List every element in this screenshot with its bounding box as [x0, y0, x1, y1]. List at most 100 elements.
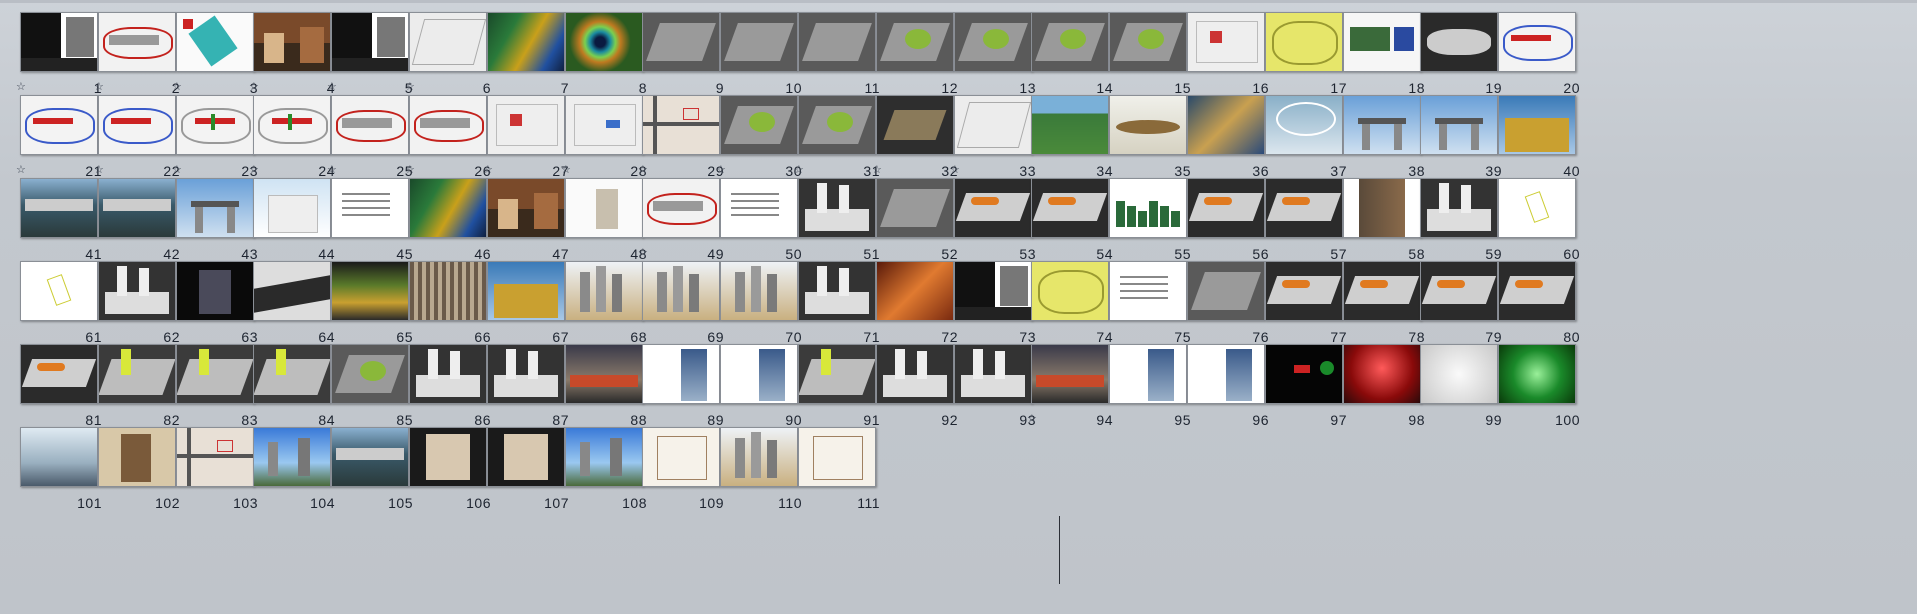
star-icon[interactable]: ☆: [638, 246, 648, 259]
slide-preview[interactable]: [1265, 12, 1343, 72]
slide-preview[interactable]: [487, 95, 565, 155]
slide-preview[interactable]: [642, 344, 720, 404]
slide-preview[interactable]: [331, 12, 409, 72]
slide-preview[interactable]: [253, 427, 331, 487]
slide-preview[interactable]: [253, 344, 331, 404]
star-icon[interactable]: ☆: [94, 80, 104, 93]
slide-preview[interactable]: [565, 95, 643, 155]
slide-preview[interactable]: [1343, 178, 1421, 238]
slide-preview[interactable]: [1343, 344, 1421, 404]
slide-preview[interactable]: [1420, 178, 1498, 238]
slide-preview[interactable]: [1420, 261, 1498, 321]
slide-preview[interactable]: [798, 178, 876, 238]
slide-preview[interactable]: [720, 427, 798, 487]
slide-preview[interactable]: [331, 427, 409, 487]
star-icon[interactable]: ☆: [716, 163, 726, 176]
star-icon[interactable]: ☆: [249, 163, 259, 176]
slide-preview[interactable]: [642, 12, 720, 72]
star-icon[interactable]: ☆: [1027, 412, 1037, 425]
slide-preview[interactable]: [1420, 344, 1498, 404]
slide-preview[interactable]: [1187, 261, 1265, 321]
slide-preview[interactable]: [720, 178, 798, 238]
slide-preview[interactable]: [1109, 12, 1187, 72]
slide-preview[interactable]: [98, 344, 176, 404]
slide-preview[interactable]: [1031, 261, 1109, 321]
slide-preview[interactable]: [409, 261, 487, 321]
slide-preview[interactable]: [253, 178, 331, 238]
slide-preview[interactable]: [487, 178, 565, 238]
slide-preview[interactable]: [409, 178, 487, 238]
slide-preview[interactable]: [720, 344, 798, 404]
slide-preview[interactable]: [954, 344, 1032, 404]
slide-preview[interactable]: [409, 427, 487, 487]
star-icon[interactable]: ☆: [794, 163, 804, 176]
slide-preview[interactable]: [1420, 12, 1498, 72]
slide-preview[interactable]: [876, 344, 954, 404]
slide-preview[interactable]: [1109, 344, 1187, 404]
slide-preview[interactable]: [1343, 261, 1421, 321]
slide-preview[interactable]: [176, 12, 254, 72]
slide-preview[interactable]: [1187, 344, 1265, 404]
slide-preview[interactable]: [798, 427, 876, 487]
slide-preview[interactable]: [798, 261, 876, 321]
slide-thumbnail-111[interactable]: 111: [798, 427, 892, 528]
slide-preview[interactable]: [1343, 95, 1421, 155]
slide-preview[interactable]: [20, 95, 98, 155]
star-icon[interactable]: ☆: [327, 80, 337, 93]
star-icon[interactable]: ☆: [638, 163, 648, 176]
slide-preview[interactable]: [1265, 95, 1343, 155]
slide-preview[interactable]: [1031, 344, 1109, 404]
slide-preview[interactable]: [642, 261, 720, 321]
star-icon[interactable]: ☆: [16, 80, 26, 93]
slide-preview[interactable]: [20, 178, 98, 238]
slide-preview[interactable]: [1498, 344, 1576, 404]
star-icon[interactable]: ☆: [172, 163, 182, 176]
slide-preview[interactable]: [954, 178, 1032, 238]
slide-preview[interactable]: [1265, 261, 1343, 321]
slide-preview[interactable]: [176, 261, 254, 321]
slide-preview[interactable]: [253, 12, 331, 72]
slide-preview[interactable]: [98, 427, 176, 487]
slide-preview[interactable]: [331, 261, 409, 321]
slide-preview[interactable]: [720, 12, 798, 72]
star-icon[interactable]: ☆: [327, 163, 337, 176]
slide-preview[interactable]: [331, 95, 409, 155]
star-icon[interactable]: ☆: [94, 163, 104, 176]
slide-preview[interactable]: [1031, 95, 1109, 155]
slide-preview[interactable]: [1109, 95, 1187, 155]
slide-preview[interactable]: [487, 12, 565, 72]
slide-preview[interactable]: [487, 427, 565, 487]
slide-preview[interactable]: [1498, 12, 1576, 72]
slide-preview[interactable]: [1265, 178, 1343, 238]
slide-preview[interactable]: [565, 12, 643, 72]
slide-preview[interactable]: [565, 261, 643, 321]
slide-preview[interactable]: [565, 178, 643, 238]
slide-preview[interactable]: [798, 12, 876, 72]
slide-preview[interactable]: [176, 427, 254, 487]
slide-preview[interactable]: [954, 261, 1032, 321]
star-icon[interactable]: ☆: [16, 163, 26, 176]
star-icon[interactable]: ☆: [405, 163, 415, 176]
star-icon[interactable]: ☆: [561, 163, 571, 176]
slide-preview[interactable]: [1187, 178, 1265, 238]
slide-preview[interactable]: [720, 261, 798, 321]
slide-preview[interactable]: [1498, 95, 1576, 155]
slide-preview[interactable]: [20, 427, 98, 487]
slide-preview[interactable]: [176, 178, 254, 238]
slide-preview[interactable]: [1187, 95, 1265, 155]
slide-preview[interactable]: [720, 95, 798, 155]
slide-preview[interactable]: [565, 427, 643, 487]
slide-preview[interactable]: [1187, 12, 1265, 72]
slide-preview[interactable]: [1343, 12, 1421, 72]
slide-preview[interactable]: [798, 344, 876, 404]
slide-preview[interactable]: [331, 178, 409, 238]
slide-preview[interactable]: [1498, 261, 1576, 321]
slide-preview[interactable]: [642, 95, 720, 155]
slide-preview[interactable]: [20, 344, 98, 404]
slide-preview[interactable]: [1031, 178, 1109, 238]
slide-preview[interactable]: [1420, 95, 1498, 155]
star-icon[interactable]: ☆: [172, 80, 182, 93]
slide-preview[interactable]: [409, 344, 487, 404]
slide-preview[interactable]: [954, 12, 1032, 72]
slide-preview[interactable]: [253, 95, 331, 155]
